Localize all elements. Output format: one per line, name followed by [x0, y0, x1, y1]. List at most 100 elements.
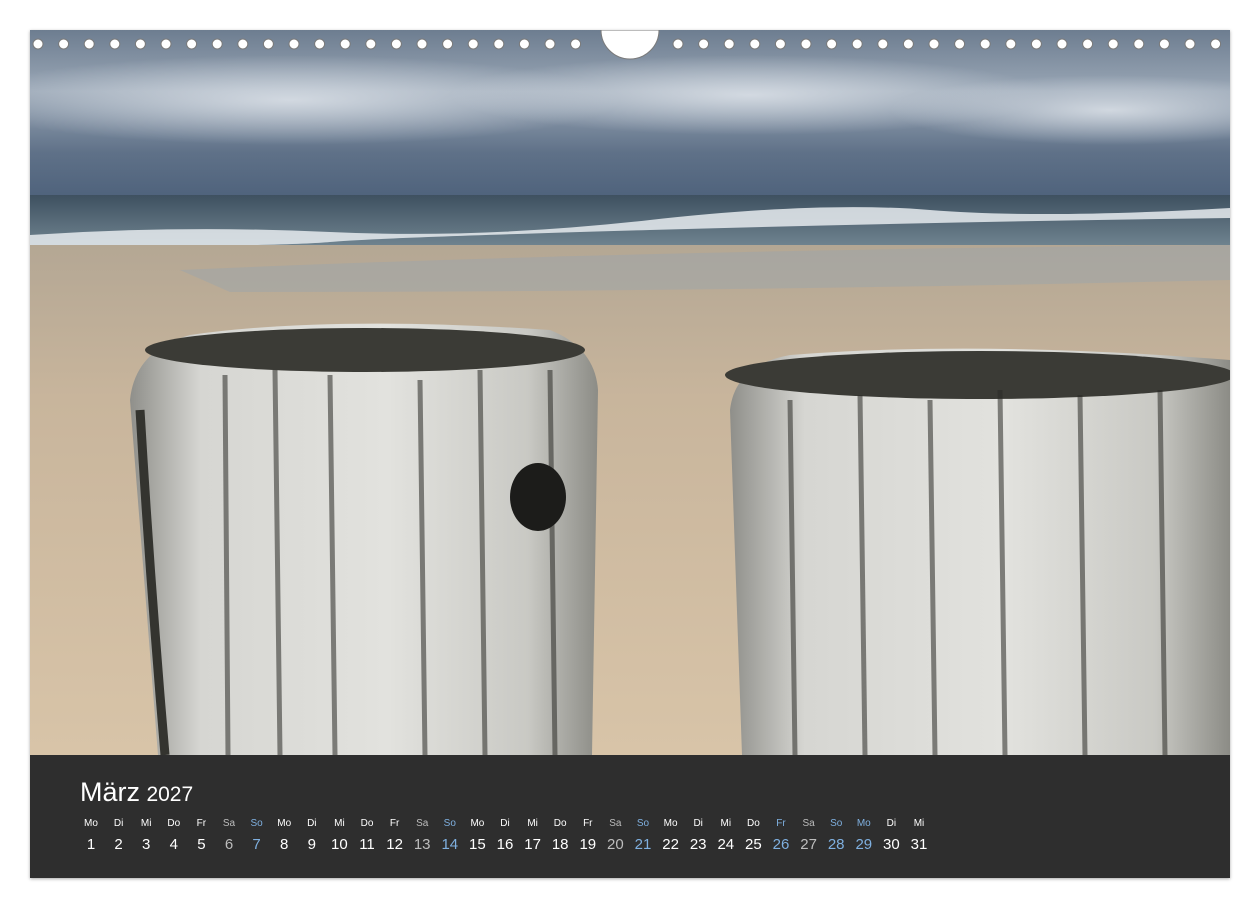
day-number: 29: [855, 836, 873, 853]
day-cell: Do 4: [160, 818, 188, 856]
calendar-page: [30, 30, 1230, 878]
day-number: 2: [114, 836, 123, 853]
weekday-label: Fr: [196, 818, 207, 829]
day-number: 10: [331, 836, 348, 853]
day-cell: Mi 10: [325, 818, 353, 856]
month-year: 2027: [146, 783, 194, 806]
day-cell: Sa 20: [601, 818, 629, 856]
day-cell: Sa 13: [408, 818, 436, 856]
day-cell: Di 9: [298, 818, 326, 856]
day-number: 21: [634, 836, 652, 853]
day-number: 3: [142, 836, 151, 853]
day-cell: So 21: [629, 818, 657, 856]
weekday-label: Di: [500, 818, 510, 829]
day-number: 27: [800, 836, 817, 853]
weekday-label: So: [636, 818, 650, 829]
calendar-panel: März 2027 Mo 1 Di 2 Mi 3 Do 4 Fr 5 Sa 6 So 7 Mo 8 Di 9 Mi 1…: [30, 755, 1230, 878]
day-cell: Mo 8: [270, 818, 298, 856]
left-post: [130, 323, 598, 755]
day-number: 1: [86, 836, 96, 853]
day-number: 15: [469, 836, 486, 853]
day-cell: So 28: [822, 818, 850, 856]
day-number: 9: [307, 836, 316, 853]
day-cell: Mo 22: [657, 818, 685, 856]
weekday-label: Mo: [84, 818, 98, 829]
weekday-label: Mi: [334, 818, 345, 829]
day-cell: Sa 6: [215, 818, 243, 856]
day-number: 17: [524, 836, 541, 853]
day-cell: Mo 29: [850, 818, 878, 856]
day-number: 18: [551, 836, 569, 853]
day-number: 22: [662, 836, 679, 853]
day-number: 31: [910, 836, 928, 853]
day-number: 6: [224, 836, 234, 853]
weekday-label: Sa: [222, 818, 236, 829]
weekday-label: Do: [553, 818, 567, 829]
day-cell: Di 23: [684, 818, 712, 856]
day-number: 7: [252, 836, 261, 853]
weekday-label: Di: [693, 818, 703, 829]
day-cell: Fr 12: [381, 818, 409, 856]
weekday-label: Sa: [802, 818, 815, 829]
day-number: 25: [745, 836, 762, 853]
weekday-label: Fr: [776, 818, 786, 829]
weekday-label: Fr: [583, 818, 593, 829]
weekday-label: Fr: [389, 818, 400, 829]
day-cell: Mi 17: [519, 818, 547, 856]
weekday-label: Sa: [416, 818, 429, 829]
day-cell: So 14: [436, 818, 464, 856]
day-number: 24: [717, 836, 735, 853]
weekday-label: Di: [113, 818, 124, 829]
day-number: 5: [197, 836, 206, 853]
beach-photo: [30, 30, 1230, 755]
weekday-label: Do: [360, 818, 374, 829]
weekday-label: Do: [167, 818, 181, 829]
weekday-label: Sa: [609, 818, 622, 829]
weekday-label: Mo: [470, 818, 485, 829]
weekday-label: Mi: [720, 818, 732, 829]
day-number: 8: [280, 836, 289, 853]
day-cell: Mi 3: [132, 818, 160, 856]
day-number: 13: [413, 836, 431, 853]
day-cell: Do 25: [739, 818, 767, 856]
weekday-label: Di: [886, 818, 897, 829]
day-number: 23: [689, 836, 707, 853]
weekday-label: Mi: [913, 818, 925, 829]
weekday-label: Mo: [277, 818, 292, 829]
day-number: 11: [359, 836, 375, 853]
day-number: 12: [386, 836, 403, 853]
day-number: 28: [827, 836, 845, 853]
day-number: 19: [579, 836, 597, 853]
day-number: 26: [772, 836, 790, 853]
weekday-label: So: [250, 818, 263, 829]
day-cell: Do 11: [353, 818, 381, 856]
day-number: 20: [607, 836, 624, 853]
day-cell: Fr 19: [574, 818, 602, 856]
weekday-label: Mo: [856, 818, 871, 829]
weekday-label: Mi: [527, 818, 538, 829]
weekday-label: Di: [307, 818, 317, 829]
day-number: 30: [883, 836, 900, 853]
day-number: 14: [441, 836, 459, 853]
day-cell: Di 30: [877, 818, 905, 856]
day-cell: Di 16: [491, 818, 519, 856]
day-cell: So 7: [243, 818, 271, 856]
weekday-label: So: [830, 818, 843, 829]
day-number: 16: [496, 836, 514, 853]
day-number: 4: [169, 836, 178, 853]
day-cell: Mi 31: [905, 818, 933, 856]
weekday-label: So: [443, 818, 456, 829]
day-cell: Di 2: [105, 818, 133, 856]
day-cell: Mi 24: [712, 818, 740, 856]
day-cell: Fr 26: [767, 818, 795, 856]
day-grid: Mo 1 Di 2 Mi 3 Do 4 Fr 5 Sa 6 So 7 Mo 8 Di 9 Mi 10 Do 11 Fr 12 S…: [77, 818, 927, 863]
day-cell: Mo 1: [77, 818, 105, 856]
day-cell: Mo 15: [463, 818, 491, 856]
weekday-label: Mi: [140, 818, 152, 829]
month-name: März: [80, 777, 140, 807]
day-cell: Fr 5: [187, 818, 215, 856]
right-post: [725, 348, 1230, 755]
weekday-label: Mo: [663, 818, 678, 829]
day-cell: Sa 27: [795, 818, 823, 856]
month-title: März 2027: [80, 777, 193, 808]
